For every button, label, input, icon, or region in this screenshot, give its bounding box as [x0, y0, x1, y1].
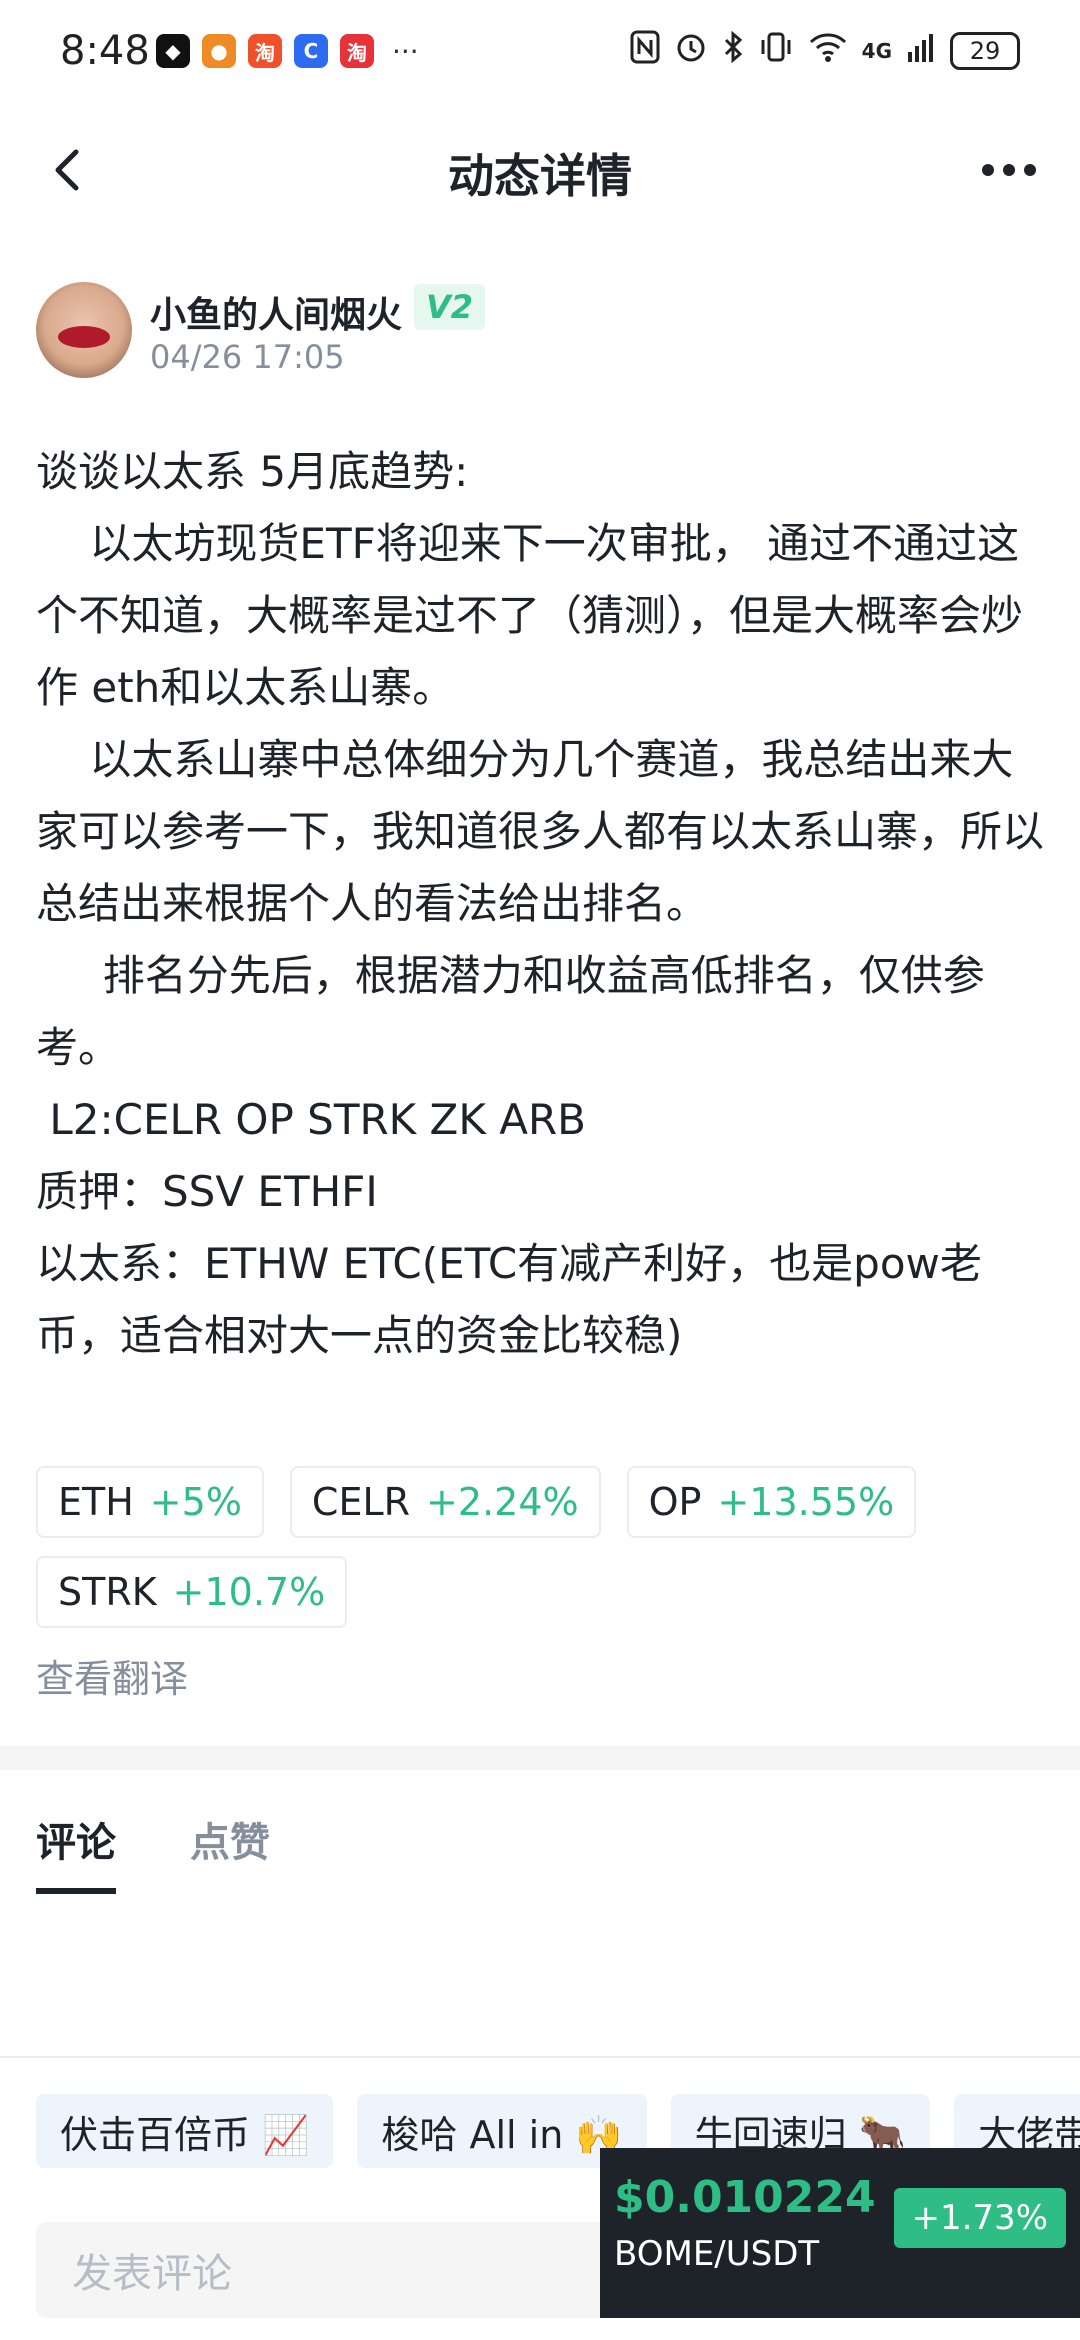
- coin-symbol: OP: [648, 1480, 702, 1524]
- vibrate-icon: [758, 30, 794, 71]
- more-options-button[interactable]: [974, 138, 1044, 202]
- taobao-app-icon: 淘: [340, 34, 374, 68]
- section-divider: [0, 1746, 1080, 1770]
- ticker-pair: BOME/USDT: [614, 2234, 820, 2274]
- bluetooth-icon: [722, 30, 744, 71]
- coin-tags: ETH +5% CELR +2.24% OP +13.55% STRK +10.…: [36, 1466, 1046, 1628]
- chat-app-icon: ●: [202, 34, 236, 68]
- ticker-change-badge: +1.73%: [893, 2188, 1066, 2248]
- taobao-special-app-icon: 淘: [248, 34, 282, 68]
- status-time: 8:48: [60, 28, 150, 74]
- tab-comments[interactable]: 评论: [36, 1810, 116, 1894]
- coin-tag-strk[interactable]: STRK +10.7%: [36, 1556, 348, 1628]
- post-paragraph: 排名分先后，根据潜力和收益高低排名，仅供参考。: [36, 951, 985, 1072]
- status-bar: 8:48 ◆ ● 淘 C 淘 ··· 4G 29: [0, 0, 1080, 100]
- comment-tabs: 评论 点赞: [36, 1810, 270, 1894]
- signal-icon: [906, 30, 936, 71]
- top-nav-bar: 动态详情: [0, 110, 1080, 230]
- floating-price-ticker[interactable]: $0.010224 BOME/USDT +1.73%: [600, 2148, 1080, 2318]
- coin-symbol: CELR: [311, 1480, 411, 1524]
- tab-likes[interactable]: 点赞: [190, 1810, 270, 1894]
- more-notifications-icon: ···: [392, 34, 419, 68]
- bottom-bar-divider: [0, 2056, 1080, 2058]
- coin-change: +2.24%: [426, 1480, 579, 1524]
- coin-change: +13.55%: [717, 1480, 895, 1524]
- network-type: 4G: [861, 38, 892, 63]
- coin-change: +5%: [149, 1480, 242, 1524]
- post-paragraph: L2:CELR OP STRK ZK ARB: [36, 1095, 586, 1144]
- status-app-icons: ◆ ● 淘 C 淘 ···: [156, 34, 419, 68]
- post-timestamp: 04/26 17:05: [150, 338, 345, 376]
- c-app-icon: C: [294, 34, 328, 68]
- wifi-icon: [808, 30, 848, 71]
- page-title: 动态详情: [448, 149, 632, 203]
- post-paragraph: 以太系：ETHW ETC(ETC有减产利好，也是pow老币，适合相对大一点的资金…: [36, 1239, 982, 1360]
- coin-tag-op[interactable]: OP +13.55%: [626, 1466, 917, 1538]
- alarm-icon: [674, 30, 708, 71]
- post-paragraph: 谈谈以太系 5月底趋势:: [36, 447, 469, 496]
- post-paragraph: 质押：SSV ETHFI: [36, 1167, 378, 1216]
- avatar[interactable]: [36, 282, 132, 378]
- ticker-price: $0.010224: [614, 2172, 876, 2223]
- view-translation-link[interactable]: 查看翻译: [36, 1648, 188, 1703]
- status-indicators: 4G 29: [630, 30, 1020, 71]
- coin-change: +10.7%: [172, 1570, 326, 1614]
- battery-icon: 29: [950, 31, 1020, 70]
- vip-level-badge: V2: [414, 284, 486, 330]
- binance-app-icon: ◆: [156, 34, 190, 68]
- post-content: 谈谈以太系 5月底趋势: 以太坊现货ETF将迎来下一次审批， 通过不通过这个不知…: [36, 436, 1046, 1372]
- coin-tag-celr[interactable]: CELR +2.24%: [289, 1466, 601, 1538]
- post-paragraph: 以太坊现货ETF将迎来下一次审批， 通过不通过这个不知道，大概率是过不了（猜测）…: [36, 519, 1024, 712]
- coin-symbol: ETH: [58, 1480, 134, 1524]
- coin-symbol: STRK: [58, 1570, 157, 1614]
- post-author: 小鱼的人间烟火 V2 04/26 17:05: [36, 282, 1036, 382]
- more-dots-icon: [982, 164, 1036, 176]
- coin-tag-eth[interactable]: ETH +5%: [36, 1466, 264, 1538]
- author-name[interactable]: 小鱼的人间烟火: [150, 286, 402, 338]
- post-paragraph: 以太系山寨中总体细分为几个赛道，我总结出来大家可以参考一下，我知道很多人都有以太…: [36, 735, 1045, 928]
- nfc-icon: [630, 30, 660, 71]
- quick-reply-chip[interactable]: 伏击百倍币 📈: [36, 2094, 334, 2168]
